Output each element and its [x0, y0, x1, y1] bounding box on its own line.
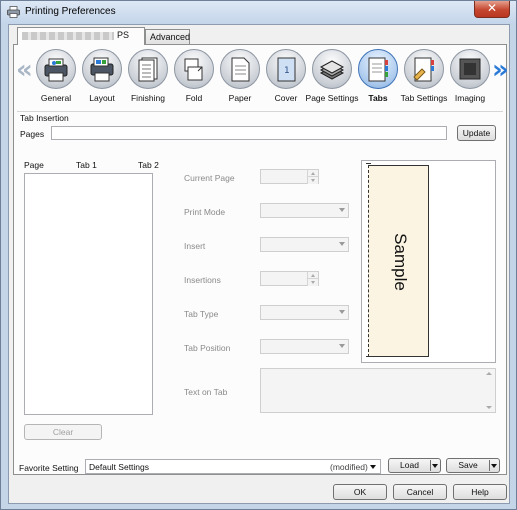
- printer-icon: [7, 6, 20, 18]
- scroll-right-icon[interactable]: »: [492, 57, 509, 83]
- favorite-setting-status: (modified): [330, 462, 368, 472]
- scroll-down-icon[interactable]: [486, 406, 492, 409]
- text-on-tab-input[interactable]: [260, 368, 496, 413]
- insert-select[interactable]: [260, 237, 349, 252]
- close-button[interactable]: ✕: [474, 1, 510, 18]
- fold-icon: [184, 58, 203, 81]
- pages-label: Pages: [20, 129, 45, 139]
- chevron-down-icon: [339, 310, 345, 314]
- chevron-down-icon: [339, 208, 345, 212]
- print-mode-select[interactable]: [260, 203, 349, 218]
- cancel-button[interactable]: Cancel: [393, 484, 447, 500]
- current-page-label: Current Page: [184, 173, 235, 183]
- tab-settings-icon: [413, 57, 434, 82]
- printing-preferences-window: Printing Preferences ✕ PS Advanced « » G…: [0, 0, 517, 510]
- column-tab-2: Tab 2: [138, 160, 159, 170]
- preview-page: Sample: [368, 165, 429, 357]
- save-button[interactable]: Save: [446, 458, 500, 473]
- tab-position-select[interactable]: [260, 339, 349, 354]
- scroll-left-icon[interactable]: «: [16, 57, 33, 83]
- blurred-printer-name: [22, 31, 114, 40]
- category-icon-bar: « » General Layout Finishing Fold Paper …: [14, 45, 509, 106]
- layout-icon: [90, 57, 114, 82]
- svg-text:1: 1: [284, 66, 290, 76]
- spin-up-icon[interactable]: [307, 272, 318, 279]
- title-bar: Printing Preferences ✕: [1, 1, 516, 24]
- scroll-up-icon[interactable]: [486, 372, 492, 375]
- preview-sample-text: Sample: [391, 233, 410, 291]
- divider: [17, 111, 503, 112]
- tab-advanced[interactable]: Advanced: [145, 29, 190, 45]
- column-tab-1: Tab 1: [76, 160, 97, 170]
- tab-list[interactable]: [24, 173, 153, 415]
- help-button[interactable]: Help: [453, 484, 507, 500]
- favorite-setting-select[interactable]: Default Settings (modified): [85, 459, 381, 474]
- text-on-tab-label: Text on Tab: [184, 387, 228, 397]
- spin-up-icon[interactable]: [307, 170, 318, 177]
- tab-position-label: Tab Position: [184, 343, 231, 353]
- preview-marker-bottom: [366, 356, 371, 357]
- tab-insertion-group-label: Tab Insertion: [20, 113, 69, 123]
- category-imaging[interactable]: Imaging: [447, 48, 493, 106]
- tab-type-select[interactable]: [260, 305, 349, 320]
- clear-button[interactable]: Clear: [24, 424, 102, 440]
- load-button[interactable]: Load: [388, 458, 441, 473]
- favorite-setting-label: Favorite Setting: [19, 463, 79, 473]
- category-label: Imaging: [454, 93, 486, 103]
- insertions-spinner[interactable]: [260, 271, 319, 286]
- ok-button[interactable]: OK: [333, 484, 387, 500]
- sample-preview: Sample: [361, 160, 496, 363]
- current-page-spinner[interactable]: [260, 169, 319, 184]
- cover-icon: 1: [277, 57, 296, 82]
- spin-down-icon[interactable]: [307, 177, 318, 184]
- chevron-down-icon[interactable]: [491, 464, 497, 468]
- tabs-icon: [368, 57, 388, 82]
- save-button-label: Save: [458, 460, 478, 470]
- tab-advanced-label: Advanced: [150, 32, 191, 42]
- pages-input[interactable]: [51, 126, 447, 140]
- column-page: Page: [24, 160, 44, 170]
- spin-down-icon[interactable]: [307, 279, 318, 286]
- chevron-down-icon: [370, 465, 376, 469]
- load-button-label: Load: [400, 460, 419, 470]
- tab-ps[interactable]: PS: [17, 27, 145, 45]
- tab-strip: PS Advanced: [9, 25, 511, 45]
- tab-ps-label: PS: [117, 30, 130, 40]
- favorite-setting-value: Default Settings: [89, 462, 150, 472]
- imaging-icon: [459, 58, 481, 80]
- page-settings-icon: [319, 60, 345, 80]
- print-mode-label: Print Mode: [184, 207, 226, 217]
- window-title: Printing Preferences: [25, 6, 116, 17]
- chevron-down-icon: [339, 344, 345, 348]
- update-button[interactable]: Update: [457, 125, 496, 141]
- insert-label: Insert: [184, 241, 206, 251]
- paper-icon: [231, 57, 250, 82]
- general-icon: [44, 58, 68, 82]
- insertions-label: Insertions: [184, 275, 221, 285]
- chevron-down-icon[interactable]: [432, 464, 438, 468]
- preview-marker-top: [366, 163, 371, 164]
- finishing-icon: [138, 57, 158, 82]
- chevron-down-icon: [339, 242, 345, 246]
- dialog-body: PS Advanced « » General Layout Finishing…: [8, 24, 510, 504]
- tabs-settings-panel: « » General Layout Finishing Fold Paper …: [13, 44, 509, 475]
- tab-type-label: Tab Type: [184, 309, 219, 319]
